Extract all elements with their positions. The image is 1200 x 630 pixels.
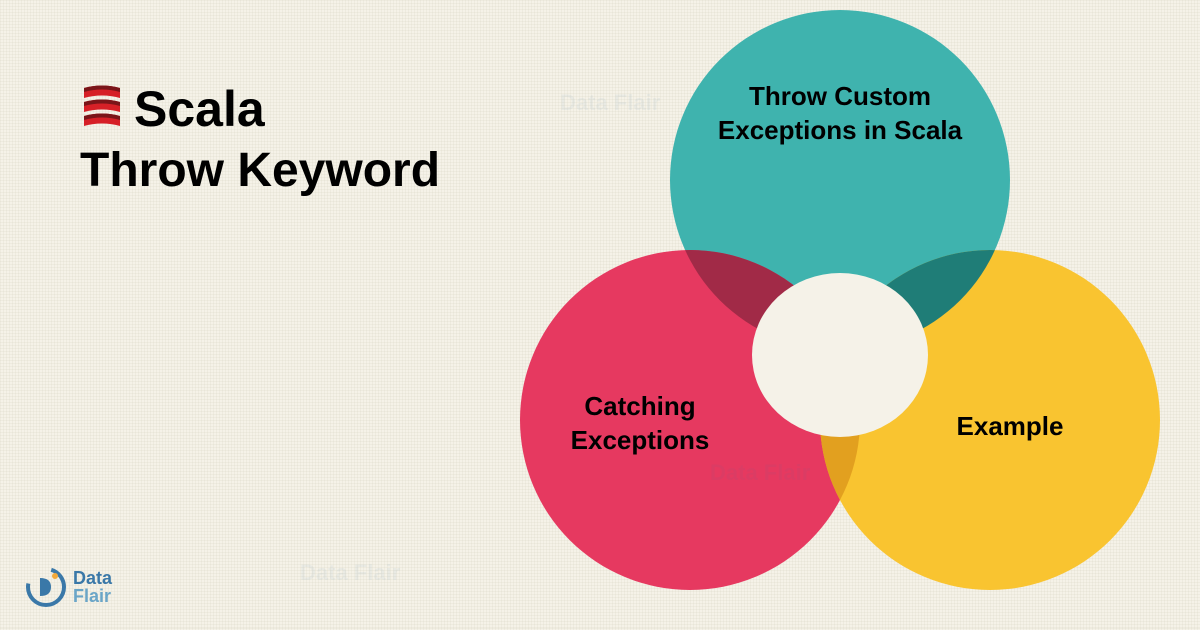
venn-label-left: Catching Exceptions [550,390,730,458]
watermark: Data Flair [710,460,810,486]
watermark: Data Flair [560,90,660,116]
scala-icon [80,80,124,138]
title-text-1: Scala [134,80,265,138]
watermark: Data Flair [300,560,400,586]
title-text-2: Throw Keyword [80,143,440,198]
title-block: Scala Throw Keyword [80,80,440,198]
brand-name-1: Data [73,569,112,587]
brand-logo: Data Flair [25,566,112,608]
title-line1: Scala [80,80,440,138]
brand-logo-text: Data Flair [73,569,112,605]
brand-logo-icon [25,566,67,608]
brand-name-2: Flair [73,587,112,605]
venn-label-top: Throw Custom Exceptions in Scala [700,80,980,148]
venn-label-right: Example [920,410,1100,444]
